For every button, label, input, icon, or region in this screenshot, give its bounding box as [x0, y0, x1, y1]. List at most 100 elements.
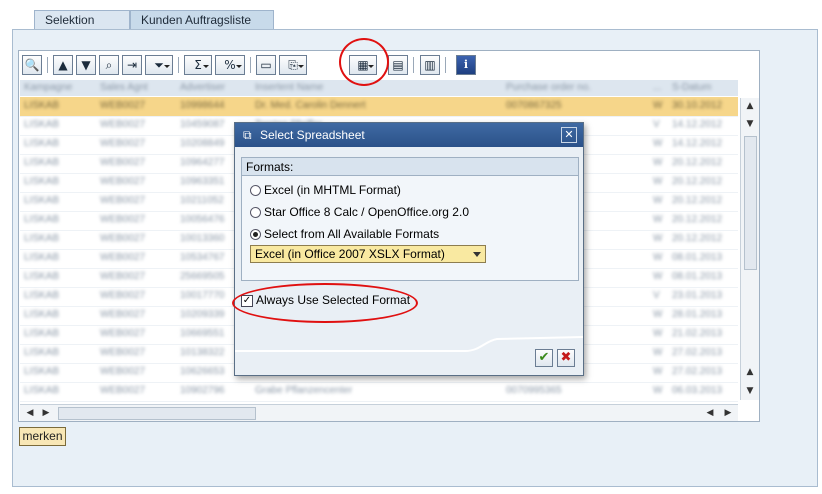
- table-cell: LISKAB: [24, 385, 60, 396]
- table-cell: WEB0027: [100, 347, 146, 358]
- table-cell: W: [653, 271, 663, 282]
- vertical-scrollbar[interactable]: ▲ ▼ ▲ ▼: [740, 98, 759, 400]
- table-cell: WEB0027: [100, 271, 146, 282]
- info-icon[interactable]: i: [456, 55, 476, 75]
- table-cell: W: [653, 347, 663, 358]
- cancel-button[interactable]: ✖: [557, 349, 575, 367]
- scroll-thumb[interactable]: [744, 136, 757, 270]
- table-cell: WEB0027: [100, 385, 146, 396]
- column-header[interactable]: Sales Agnt: [100, 80, 175, 96]
- table-cell: LISKAB: [24, 309, 60, 320]
- table-cell: W: [653, 195, 663, 206]
- sum-icon[interactable]: Σ: [184, 55, 212, 75]
- radio-label: Excel (in MHTML Format): [264, 183, 401, 197]
- scroll-right-icon[interactable]: ▶: [38, 405, 54, 421]
- table-cell: 30.10.2012: [672, 100, 723, 111]
- scroll-up-icon[interactable]: ▲: [742, 364, 758, 380]
- table-cell: WEB0027: [100, 119, 146, 130]
- scroll-down-icon[interactable]: ▼: [742, 383, 758, 399]
- radio-star-office[interactable]: [250, 207, 261, 218]
- scroll-down-icon[interactable]: ▼: [742, 116, 758, 132]
- dialog-titlebar: ⧉ Select Spreadsheet ✕: [235, 123, 583, 147]
- scroll-thumb[interactable]: [58, 407, 256, 420]
- merken-button[interactable]: merken: [19, 427, 66, 446]
- table-cell: WEB0027: [100, 195, 146, 206]
- table-cell: 20.12.2012: [672, 157, 723, 168]
- dialog-decoration: [235, 336, 583, 352]
- annotation-ellipse: [232, 283, 418, 323]
- scroll-left-icon[interactable]: ◀: [22, 405, 38, 421]
- ok-button[interactable]: ✔: [535, 349, 553, 367]
- table-cell: WEB0027: [100, 366, 146, 377]
- table-cell: W: [653, 385, 663, 396]
- table-cell: WEB0027: [100, 290, 146, 301]
- close-icon[interactable]: ✕: [561, 127, 577, 143]
- table-cell: W: [653, 252, 663, 263]
- table-cell: 21.02.2013: [672, 328, 723, 339]
- tab-kunden-auftragsliste[interactable]: Kunden Auftragsliste: [130, 10, 274, 29]
- table-row[interactable]: LISKAB WEB0027 10902796 Grabe Pflanzencente…: [20, 382, 738, 402]
- scroll-up-icon[interactable]: ▲: [742, 98, 758, 114]
- table-cell: W: [653, 100, 663, 111]
- column-header[interactable]: Kampagne: [24, 80, 94, 96]
- table-cell: WEB0027: [100, 309, 146, 320]
- table-cell: WEB0027: [100, 252, 146, 263]
- scroll-left-icon[interactable]: ◀: [702, 405, 718, 421]
- table-cell: 20.12.2012: [672, 195, 723, 206]
- table-cell: W: [653, 309, 663, 320]
- details-icon[interactable]: 🔍: [22, 55, 42, 75]
- column-header[interactable]: S-Datum: [672, 80, 738, 96]
- find-next-icon[interactable]: ⇥: [122, 55, 142, 75]
- scroll-right-icon[interactable]: ▶: [720, 405, 736, 421]
- table-cell: 0070867325: [506, 100, 562, 111]
- table-cell: WEB0027: [100, 157, 146, 168]
- set-filter-icon[interactable]: ⏷: [145, 55, 173, 75]
- table-cell: LISKAB: [24, 100, 60, 111]
- formats-group: Formats: Excel (in MHTML Format) Star Of…: [241, 157, 579, 281]
- table-cell: 08.01.2013: [672, 252, 723, 263]
- toolbar-separator: [178, 57, 179, 73]
- column-header[interactable]: Advertiser: [180, 80, 250, 96]
- table-cell: W: [653, 157, 663, 168]
- table-cell: 20.12.2012: [672, 214, 723, 225]
- horizontal-scrollbar[interactable]: ◀ ▶ ◀ ▶: [20, 404, 738, 421]
- table-row[interactable]: LISKAB WEB0027 10998644 Dr. Med. Carolin De…: [20, 97, 738, 117]
- toolbar-separator: [47, 57, 48, 73]
- table-cell: WEB0027: [100, 233, 146, 244]
- chevron-down-icon[interactable]: [473, 252, 481, 261]
- table-cell: LISKAB: [24, 195, 60, 206]
- select-spreadsheet-dialog: ⧉ Select Spreadsheet ✕ Formats: Excel (i…: [234, 122, 584, 376]
- table-cell: LISKAB: [24, 138, 60, 149]
- table-cell: W: [653, 176, 663, 187]
- table-cell: WEB0027: [100, 100, 146, 111]
- local-file-icon[interactable]: ▤: [388, 55, 408, 75]
- table-cell: W: [653, 138, 663, 149]
- filter-icon[interactable]: ▼: [76, 55, 96, 75]
- column-header[interactable]: Purchase order no.: [506, 80, 646, 96]
- layout-icon[interactable]: ▥: [420, 55, 440, 75]
- table-cell: 27.02.2013: [672, 366, 723, 377]
- column-header[interactable]: Insertent Name: [255, 80, 500, 96]
- toolbar-separator: [250, 57, 251, 73]
- table-cell: 10902796: [180, 385, 225, 396]
- find-icon[interactable]: ⌕: [99, 55, 119, 75]
- radio-excel-mhtml[interactable]: [250, 185, 261, 196]
- table-cell: 27.02.2013: [672, 347, 723, 358]
- table-cell: V: [653, 119, 660, 130]
- column-header[interactable]: ...: [653, 80, 671, 96]
- print-preview-icon[interactable]: ▭: [256, 55, 276, 75]
- toolbar-separator: [413, 57, 414, 73]
- table-cell: 14.12.2012: [672, 138, 723, 149]
- format-select[interactable]: Excel (in Office 2007 XSLX Format): [250, 245, 486, 263]
- table-cell: LISKAB: [24, 233, 60, 244]
- radio-all-formats[interactable]: [250, 229, 261, 240]
- tab-selektion[interactable]: Selektion: [34, 10, 130, 29]
- table-cell: WEB0027: [100, 328, 146, 339]
- table-cell: V: [653, 290, 660, 301]
- table-cell: LISKAB: [24, 157, 60, 168]
- table-cell: WEB0027: [100, 138, 146, 149]
- export-icon[interactable]: ⎘: [279, 55, 307, 75]
- print-icon[interactable]: ▲: [53, 55, 73, 75]
- subtotal-icon[interactable]: %: [215, 55, 245, 75]
- table-cell: LISKAB: [24, 252, 60, 263]
